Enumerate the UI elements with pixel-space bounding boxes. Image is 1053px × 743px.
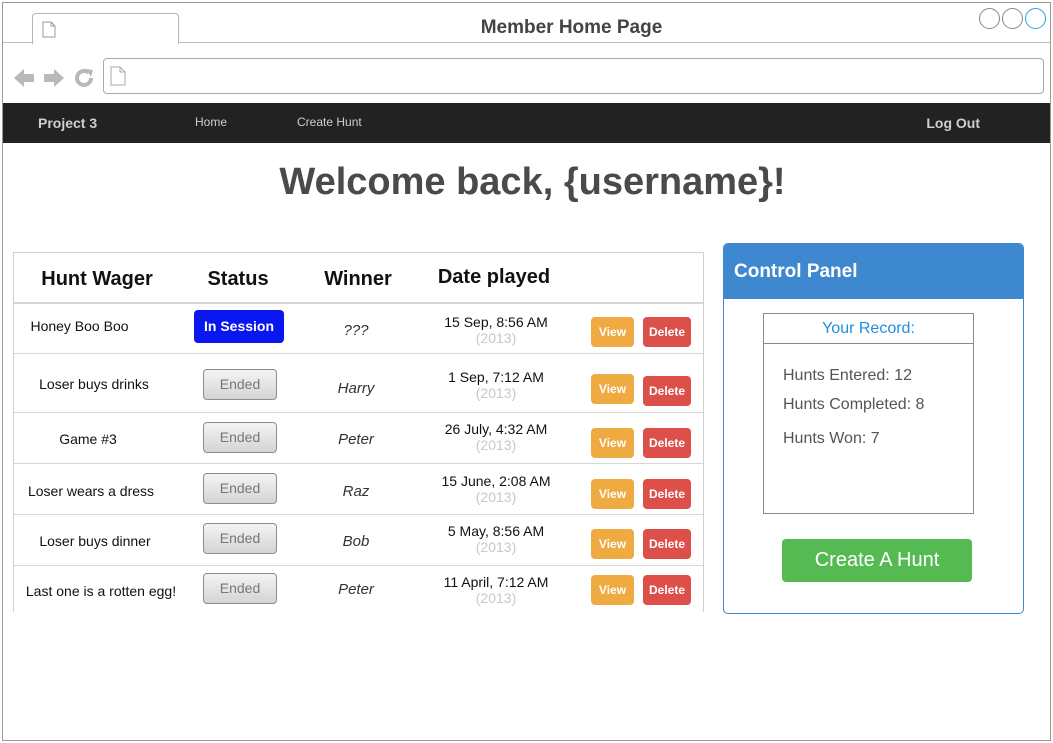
table-header: Hunt Wager Status Winner Date played [14, 253, 703, 304]
brand-link[interactable]: Project 3 [38, 115, 97, 131]
date-played: 1 Sep, 7:12 AM (2013) [424, 369, 568, 401]
date-year: (2013) [475, 385, 517, 401]
logout-link[interactable]: Log Out [926, 115, 980, 131]
top-navbar: Project 3 Home Create Hunt Log Out [3, 103, 1050, 143]
status-ended-button[interactable]: Ended [203, 573, 277, 604]
hunts-table: Hunt Wager Status Winner Date played Hon… [13, 252, 704, 612]
table-row: Loser wears a dress Ended Raz 15 June, 2… [14, 465, 703, 515]
status-ended-button[interactable]: Ended [203, 369, 277, 400]
hunt-wager: Game #3 [59, 431, 117, 447]
nav-link-create-hunt[interactable]: Create Hunt [297, 115, 362, 129]
hunts-entered-stat: Hunts Entered: 12 [783, 367, 912, 384]
table-row: Loser buys dinner Ended Bob 5 May, 8:56 … [14, 516, 703, 566]
record-box: Your Record: Hunts Entered: 12 Hunts Com… [763, 313, 974, 514]
control-panel-title: Control Panel [734, 261, 858, 282]
date-played: 26 July, 4:32 AM (2013) [424, 421, 568, 453]
control-panel-header: Control Panel [724, 244, 1023, 299]
window-control-icon[interactable] [1025, 8, 1046, 29]
view-button[interactable]: View [591, 479, 634, 509]
delete-button[interactable]: Delete [643, 479, 691, 509]
delete-button[interactable]: Delete [643, 529, 691, 559]
view-button[interactable]: View [591, 529, 634, 559]
date-text: 15 Sep, 8:56 AM [444, 314, 548, 330]
window-title: Member Home Page [480, 17, 663, 38]
title-bar: Member Home Page [3, 3, 1050, 44]
date-year: (2013) [475, 539, 517, 555]
column-header: Winner [324, 268, 392, 290]
address-row [3, 44, 1050, 103]
column-header: Status [207, 268, 269, 290]
date-played: 15 June, 2:08 AM (2013) [424, 473, 568, 505]
table-row: Honey Boo Boo In Session ??? 15 Sep, 8:5… [14, 304, 703, 354]
create-hunt-button[interactable]: Create A Hunt [782, 539, 972, 582]
date-year: (2013) [475, 437, 517, 453]
delete-button[interactable]: Delete [643, 428, 691, 458]
window-control-icon[interactable] [1002, 8, 1023, 29]
date-played: 11 April, 7:12 AM (2013) [424, 574, 568, 606]
hunt-wager: Loser wears a dress [27, 483, 155, 499]
browser-window: Member Home Page Project 3 Home Create H… [2, 2, 1051, 741]
view-button[interactable]: View [591, 575, 634, 605]
date-text: 11 April, 7:12 AM [443, 574, 549, 590]
date-text: 15 June, 2:08 AM [441, 473, 551, 489]
view-button[interactable]: View [591, 374, 634, 404]
reload-icon[interactable] [73, 67, 95, 89]
winner-name: Peter [338, 581, 374, 598]
nav-link-home[interactable]: Home [195, 115, 227, 129]
date-played: 5 May, 8:56 AM (2013) [424, 523, 568, 555]
status-in-session-button[interactable]: In Session [194, 310, 284, 343]
date-year: (2013) [475, 330, 517, 346]
hunt-wager: Loser buys drinks [39, 376, 149, 392]
hunts-completed-stat: Hunts Completed: 8 [783, 396, 925, 413]
date-text: 26 July, 4:32 AM [444, 421, 548, 437]
hunts-won-stat: Hunts Won: 7 [783, 430, 880, 447]
view-button[interactable]: View [591, 317, 634, 347]
address-bar[interactable] [103, 58, 1044, 94]
column-header: Hunt Wager [41, 268, 153, 290]
forward-arrow-icon[interactable] [42, 67, 66, 89]
view-button[interactable]: View [591, 428, 634, 458]
delete-button[interactable]: Delete [643, 575, 691, 605]
table-row: Last one is a rotten egg! Ended Peter 11… [14, 567, 703, 613]
record-title: Your Record: [764, 314, 973, 344]
back-arrow-icon[interactable] [12, 67, 36, 89]
delete-button[interactable]: Delete [643, 317, 691, 347]
column-header: Date played [437, 266, 551, 288]
delete-button[interactable]: Delete [643, 376, 691, 406]
date-text: 1 Sep, 7:12 AM [448, 369, 544, 385]
winner-name: Raz [342, 483, 370, 500]
winner-name: Bob [342, 533, 370, 550]
control-panel: Control Panel Your Record: Hunts Entered… [723, 243, 1024, 614]
hunt-wager: Loser buys dinner [39, 533, 151, 549]
status-ended-button[interactable]: Ended [203, 473, 277, 504]
status-ended-button[interactable]: Ended [203, 523, 277, 554]
status-ended-button[interactable]: Ended [203, 422, 277, 453]
winner-name: ??? [343, 322, 369, 339]
page-icon [110, 66, 126, 86]
table-row: Loser buys drinks Ended Harry 1 Sep, 7:1… [14, 355, 703, 413]
table-row: Game #3 Ended Peter 26 July, 4:32 AM (201… [14, 414, 703, 464]
date-year: (2013) [475, 590, 517, 606]
window-control-icon[interactable] [979, 8, 1000, 29]
winner-name: Peter [338, 431, 374, 448]
date-played: 15 Sep, 8:56 AM (2013) [424, 314, 568, 346]
winner-name: Harry [337, 380, 375, 397]
hunt-wager: Last one is a rotten egg! [25, 583, 177, 599]
date-text: 5 May, 8:56 AM [447, 523, 545, 539]
welcome-heading: Welcome back, {username}! [279, 161, 786, 203]
hunt-wager: Honey Boo Boo [30, 318, 129, 334]
date-year: (2013) [475, 489, 517, 505]
window-controls [979, 8, 1046, 29]
